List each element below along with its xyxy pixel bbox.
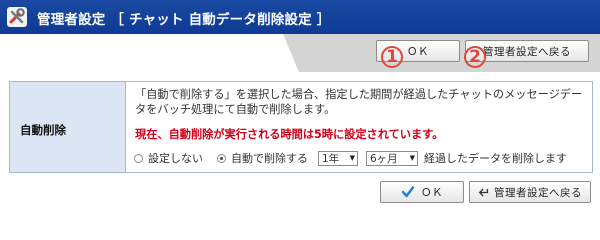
setting-label-cell: 自動削除 [10, 82, 126, 172]
back-arrow-icon [478, 188, 489, 196]
page-title: 管理者設定 ［ チャット 自動データ削除設定 ］ [37, 12, 331, 28]
radio-auto-delete-label: 自動で削除する [231, 152, 308, 165]
radio-no-setting[interactable] [134, 153, 143, 163]
setting-warning: 現在、自動削除が実行される時間は5時に設定されています。 [135, 128, 444, 141]
tools-icon [7, 7, 27, 27]
radio-no-setting-label: 設定しない [148, 152, 203, 165]
month-select[interactable]: 6ヶ月 ▼ [366, 150, 418, 166]
setting-description: 「自動で削除する」を選択した場合、指定した期間が経過したチャットのメッセージデー… [135, 88, 583, 116]
ok-button-bottom[interactable]: ＯＫ [380, 181, 464, 203]
annotation-marker-1: 1 [381, 46, 403, 68]
delete-options-row: 設定しない 自動で削除する 1年 ▼ 6ヶ月 ▼ 経過したデータを削除します [134, 150, 567, 166]
radio-auto-delete[interactable] [217, 153, 226, 163]
annotation-marker-2: 2 [464, 46, 486, 68]
back-to-admin-button-bottom[interactable]: 管理者設定へ戻る [469, 181, 591, 203]
chevron-down-icon: ▼ [349, 154, 355, 162]
chevron-down-icon: ▼ [409, 154, 415, 162]
year-select[interactable]: 1年 ▼ [318, 150, 358, 166]
setting-label: 自動削除 [20, 123, 66, 137]
page-header: 管理者設定 ［ チャット 自動データ削除設定 ］ [0, 0, 600, 34]
check-icon [401, 186, 415, 198]
delete-suffix-text: 経過したデータを削除します [424, 152, 567, 165]
